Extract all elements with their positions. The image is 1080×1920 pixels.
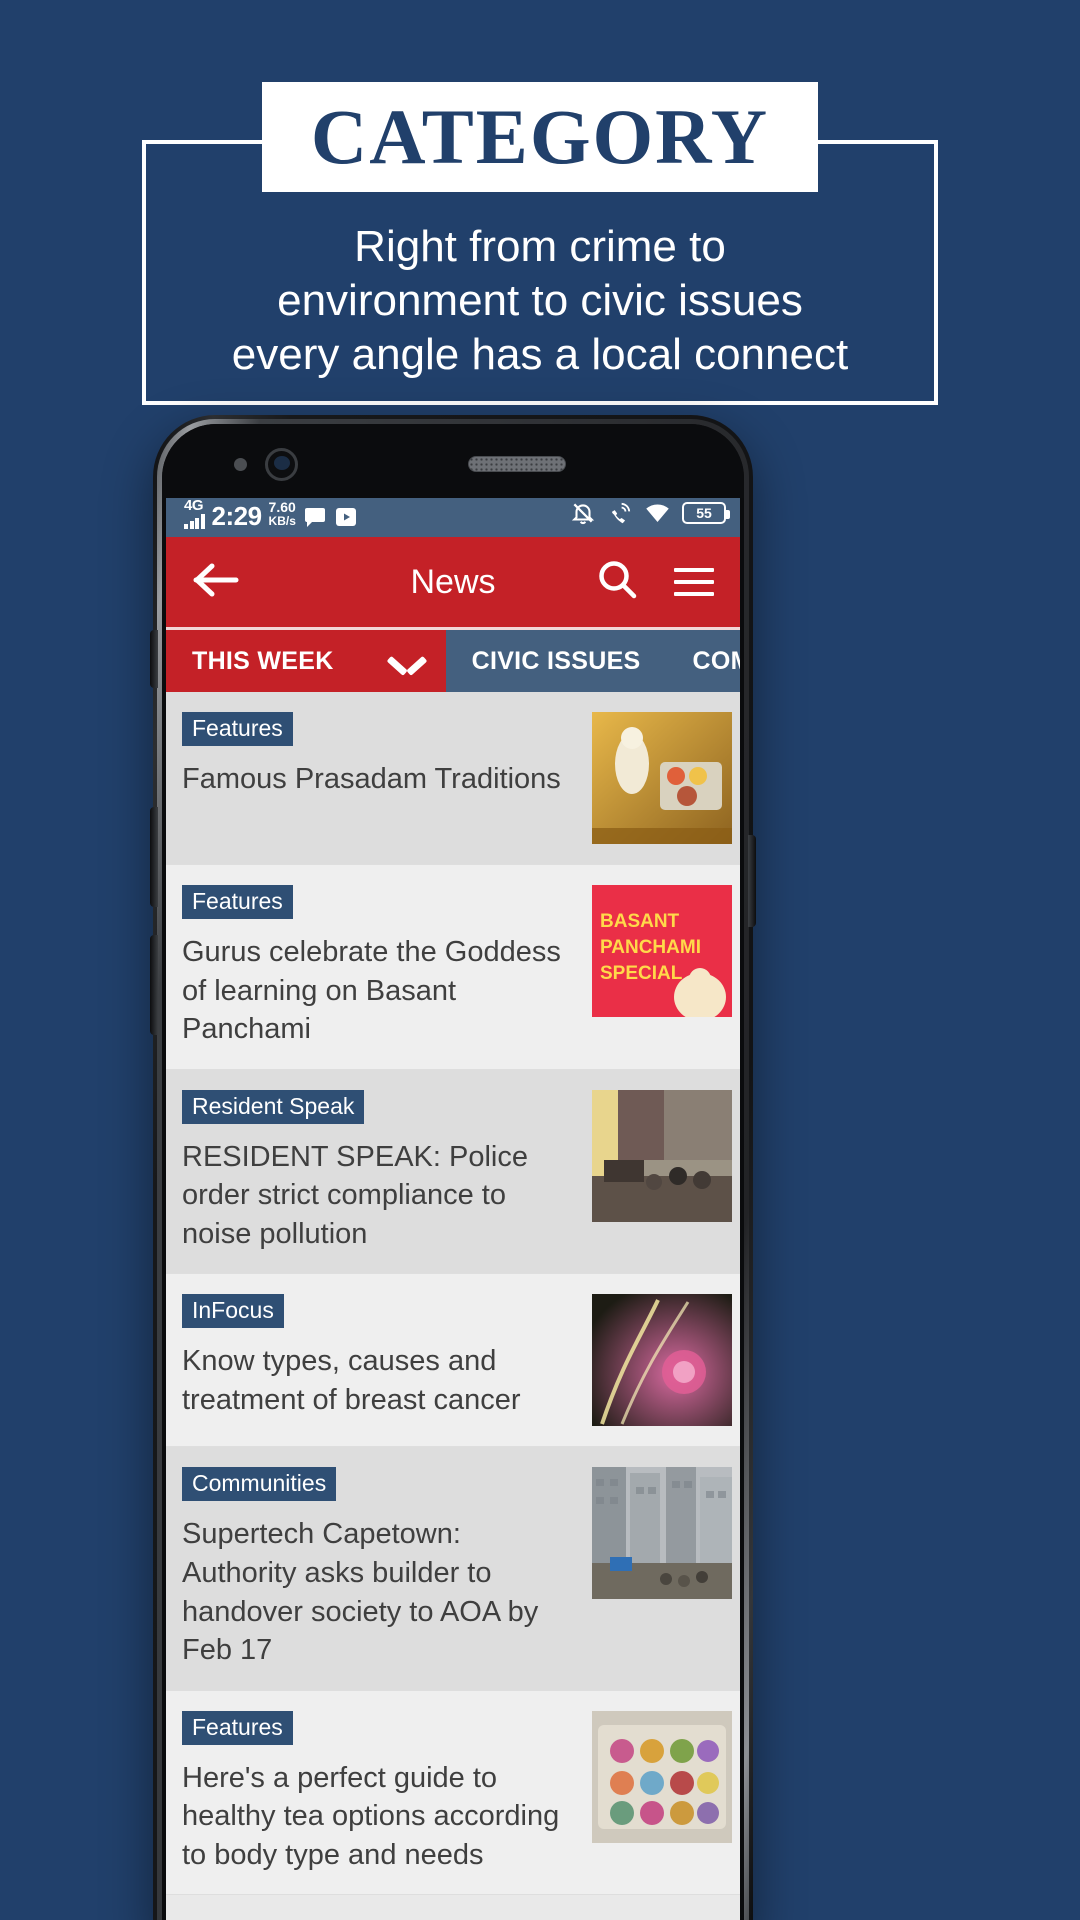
- battery-level-label: 55: [696, 505, 712, 521]
- phone-button-power[interactable]: [748, 835, 756, 927]
- battery-icon: 55: [682, 502, 730, 524]
- svg-text:SPECIAL: SPECIAL: [600, 963, 683, 984]
- promo-subtitle: Right from crime to environment to civic…: [110, 220, 970, 382]
- hamburger-menu-icon[interactable]: [674, 568, 714, 596]
- list-item[interactable]: Features Gurus celebrate the Goddess of …: [166, 865, 740, 1070]
- phone-top-bezel: [162, 424, 744, 498]
- news-thumbnail: BASANT PANCHAMI SPECIAL: [592, 885, 732, 1017]
- app-bar: News: [166, 537, 740, 627]
- news-headline: Supertech Capetown: Authority asks build…: [182, 1518, 539, 1667]
- page-title: CATEGORY: [310, 93, 770, 180]
- news-headline: RESIDENT SPEAK: Police order strict comp…: [182, 1140, 528, 1250]
- proximity-sensor-icon: [234, 458, 247, 471]
- search-icon[interactable]: [596, 558, 640, 607]
- list-item[interactable]: InFocus Know types, causes and treatment…: [166, 1274, 740, 1448]
- phone-screen: 4G 2:29 7.60 KB/s 55 News THIS WEEK CIVI…: [166, 489, 740, 1920]
- phone-button-volume-down[interactable]: [150, 935, 158, 1035]
- tab-civic-issues-label: CIVIC ISSUES: [471, 646, 641, 675]
- news-thumbnail: [592, 1294, 732, 1427]
- category-tab-bar[interactable]: THIS WEEK CIVIC ISSUES COMMUNIT: [166, 630, 740, 692]
- news-headline: Gurus celebrate the Goddess of learning …: [182, 936, 561, 1046]
- news-thumbnail: [592, 1089, 732, 1222]
- list-item[interactable]: Communities Supertech Capetown: Authorit…: [166, 1447, 740, 1691]
- promo-title-box: CATEGORY: [262, 82, 818, 192]
- list-item[interactable]: Features Famous Prasadam Traditions: [166, 692, 740, 865]
- wifi-icon: [644, 500, 671, 527]
- status-badge: Features: [182, 1710, 293, 1745]
- network-type-label: 4G: [184, 496, 204, 514]
- status-clock: 2:29: [211, 500, 263, 531]
- list-item[interactable]: Features Here's a perfect guide to healt…: [166, 1690, 740, 1896]
- network-speed: 7.60 KB/s: [269, 500, 296, 528]
- promo-subtitle-line-3: every angle has a local connect: [231, 330, 849, 380]
- app-bar-title: News: [410, 562, 496, 601]
- status-badge: Features: [182, 712, 293, 746]
- tab-this-week-label: THIS WEEK: [192, 646, 334, 675]
- phone-wifi-icon: [607, 500, 633, 526]
- news-thumbnail: [592, 712, 732, 844]
- promo-subtitle-line-1: Right from crime to: [354, 222, 726, 271]
- chevron-down-icon[interactable]: [390, 651, 424, 671]
- svg-text:PANCHAMI: PANCHAMI: [600, 937, 701, 958]
- promo-subtitle-line-2: environment to civic issues: [277, 276, 803, 326]
- news-headline: Famous Prasadam Traditions: [182, 763, 561, 795]
- status-badge: Resident Speak: [182, 1089, 365, 1124]
- back-arrow-icon[interactable]: [192, 562, 240, 603]
- signal-icon: 4G: [184, 498, 205, 529]
- earpiece-speaker-icon: [468, 456, 566, 472]
- phone-button-bixby[interactable]: [150, 630, 158, 688]
- news-list: Features Famous Prasadam Traditions Feat…: [166, 692, 740, 1896]
- news-headline: Here's a perfect guide to healthy tea op…: [182, 1761, 560, 1871]
- bell-muted-icon: [570, 500, 596, 526]
- tab-communities-label: COMMUNIT: [692, 646, 740, 675]
- svg-text:BASANT: BASANT: [600, 911, 680, 932]
- tab-this-week[interactable]: THIS WEEK: [166, 630, 446, 692]
- phone-mockup: 4G 2:29 7.60 KB/s 55 News THIS WEEK CIVI…: [150, 415, 756, 1920]
- status-badge: Communities: [182, 1467, 337, 1502]
- chat-icon: [303, 505, 327, 529]
- news-thumbnail: [592, 1467, 732, 1600]
- play-icon: [334, 505, 358, 529]
- status-badge: InFocus: [182, 1294, 284, 1329]
- list-item[interactable]: Resident Speak RESIDENT SPEAK: Police or…: [166, 1069, 740, 1275]
- tab-civic-issues[interactable]: CIVIC ISSUES: [446, 630, 667, 692]
- status-badge: Features: [182, 885, 293, 919]
- news-thumbnail: [592, 1710, 732, 1843]
- tab-communities[interactable]: COMMUNIT: [667, 630, 740, 692]
- front-camera-icon: [265, 448, 298, 481]
- news-headline: Know types, causes and treatment of brea…: [182, 1345, 521, 1416]
- network-speed-value: 7.60: [268, 499, 296, 516]
- phone-button-volume-up[interactable]: [150, 807, 158, 907]
- network-speed-unit: KB/s: [268, 513, 296, 528]
